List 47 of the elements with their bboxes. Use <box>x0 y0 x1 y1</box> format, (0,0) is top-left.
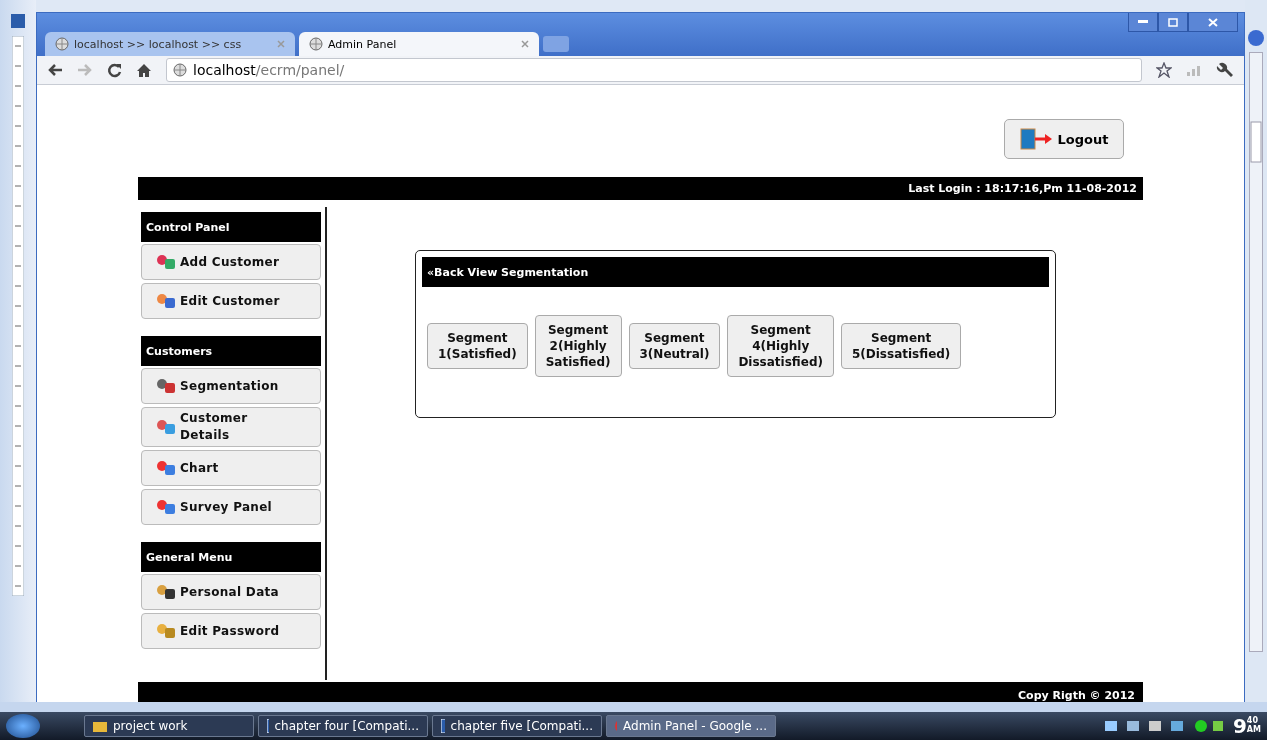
close-icon <box>1208 17 1218 27</box>
address-bar[interactable]: localhost/ecrm/panel/ <box>166 58 1142 82</box>
menu-button[interactable]: Customer Details <box>141 407 321 447</box>
section-header: Control Panel <box>141 212 321 242</box>
globe-icon <box>309 37 323 51</box>
taskbar-button[interactable]: project work <box>84 715 254 737</box>
taskbar-button[interactable]: Admin Panel - Google ... <box>606 715 776 737</box>
back-icon[interactable] <box>47 63 63 77</box>
close-button[interactable] <box>1188 13 1238 32</box>
url-text: localhost/ecrm/panel/ <box>193 62 345 78</box>
signal-icon <box>1186 64 1202 76</box>
copyright-text: Copy Rigth © 2012 <box>1018 689 1135 702</box>
section-header: Customers <box>141 336 321 366</box>
star-icon[interactable] <box>1156 62 1172 78</box>
maximize-icon <box>1168 17 1178 27</box>
menu-button[interactable]: Chart <box>141 450 321 486</box>
minimize-button[interactable] <box>1128 13 1158 32</box>
start-button[interactable] <box>6 714 40 738</box>
menu-button[interactable]: Add Customer <box>141 244 321 280</box>
section-header: General Menu <box>141 542 321 572</box>
home-icon[interactable] <box>136 62 152 78</box>
browser-tab[interactable]: Admin Panel <box>299 32 539 56</box>
folder-icon <box>93 720 107 732</box>
menu-button[interactable]: Edit Customer <box>141 283 321 319</box>
segment-button[interactable]: Segment 5(Dissatisfied) <box>840 323 962 369</box>
reload-icon[interactable] <box>107 62 122 78</box>
menu-button[interactable]: Segmentation <box>141 368 321 404</box>
segment-button[interactable]: Segment 3(Neutral) <box>628 323 721 369</box>
menu-button[interactable]: Personal Data <box>141 574 321 610</box>
back-link[interactable]: «Back View Segmentation <box>427 265 589 279</box>
minimize-icon <box>1138 20 1148 24</box>
door-exit-icon <box>1019 128 1054 150</box>
logout-button[interactable]: Logout <box>1004 119 1124 159</box>
close-icon[interactable] <box>521 40 529 48</box>
globe-icon <box>55 37 69 51</box>
taskbar-button[interactable]: chapter four [Compati... <box>258 715 428 737</box>
segment-button[interactable]: Segment 1(Satisfied) <box>427 323 528 369</box>
browser-tab[interactable]: localhost >> localhost >> css <box>45 32 295 56</box>
maximize-button[interactable] <box>1158 13 1188 32</box>
wrench-icon[interactable] <box>1216 61 1234 79</box>
last-login-text: Last Login : 18:17:16,Pm 11-08-2012 <box>908 182 1137 195</box>
menu-button[interactable]: Edit Password <box>141 613 321 649</box>
segment-button[interactable]: Segment 4(Highly Dissatisfied) <box>727 315 834 377</box>
segment-button[interactable]: Segment 2(Highly Satisfied) <box>534 315 622 377</box>
menu-button[interactable]: Survey Panel <box>141 489 321 525</box>
taskbar-button[interactable]: chapter five [Compati... <box>432 715 602 737</box>
globe-icon <box>173 63 187 77</box>
